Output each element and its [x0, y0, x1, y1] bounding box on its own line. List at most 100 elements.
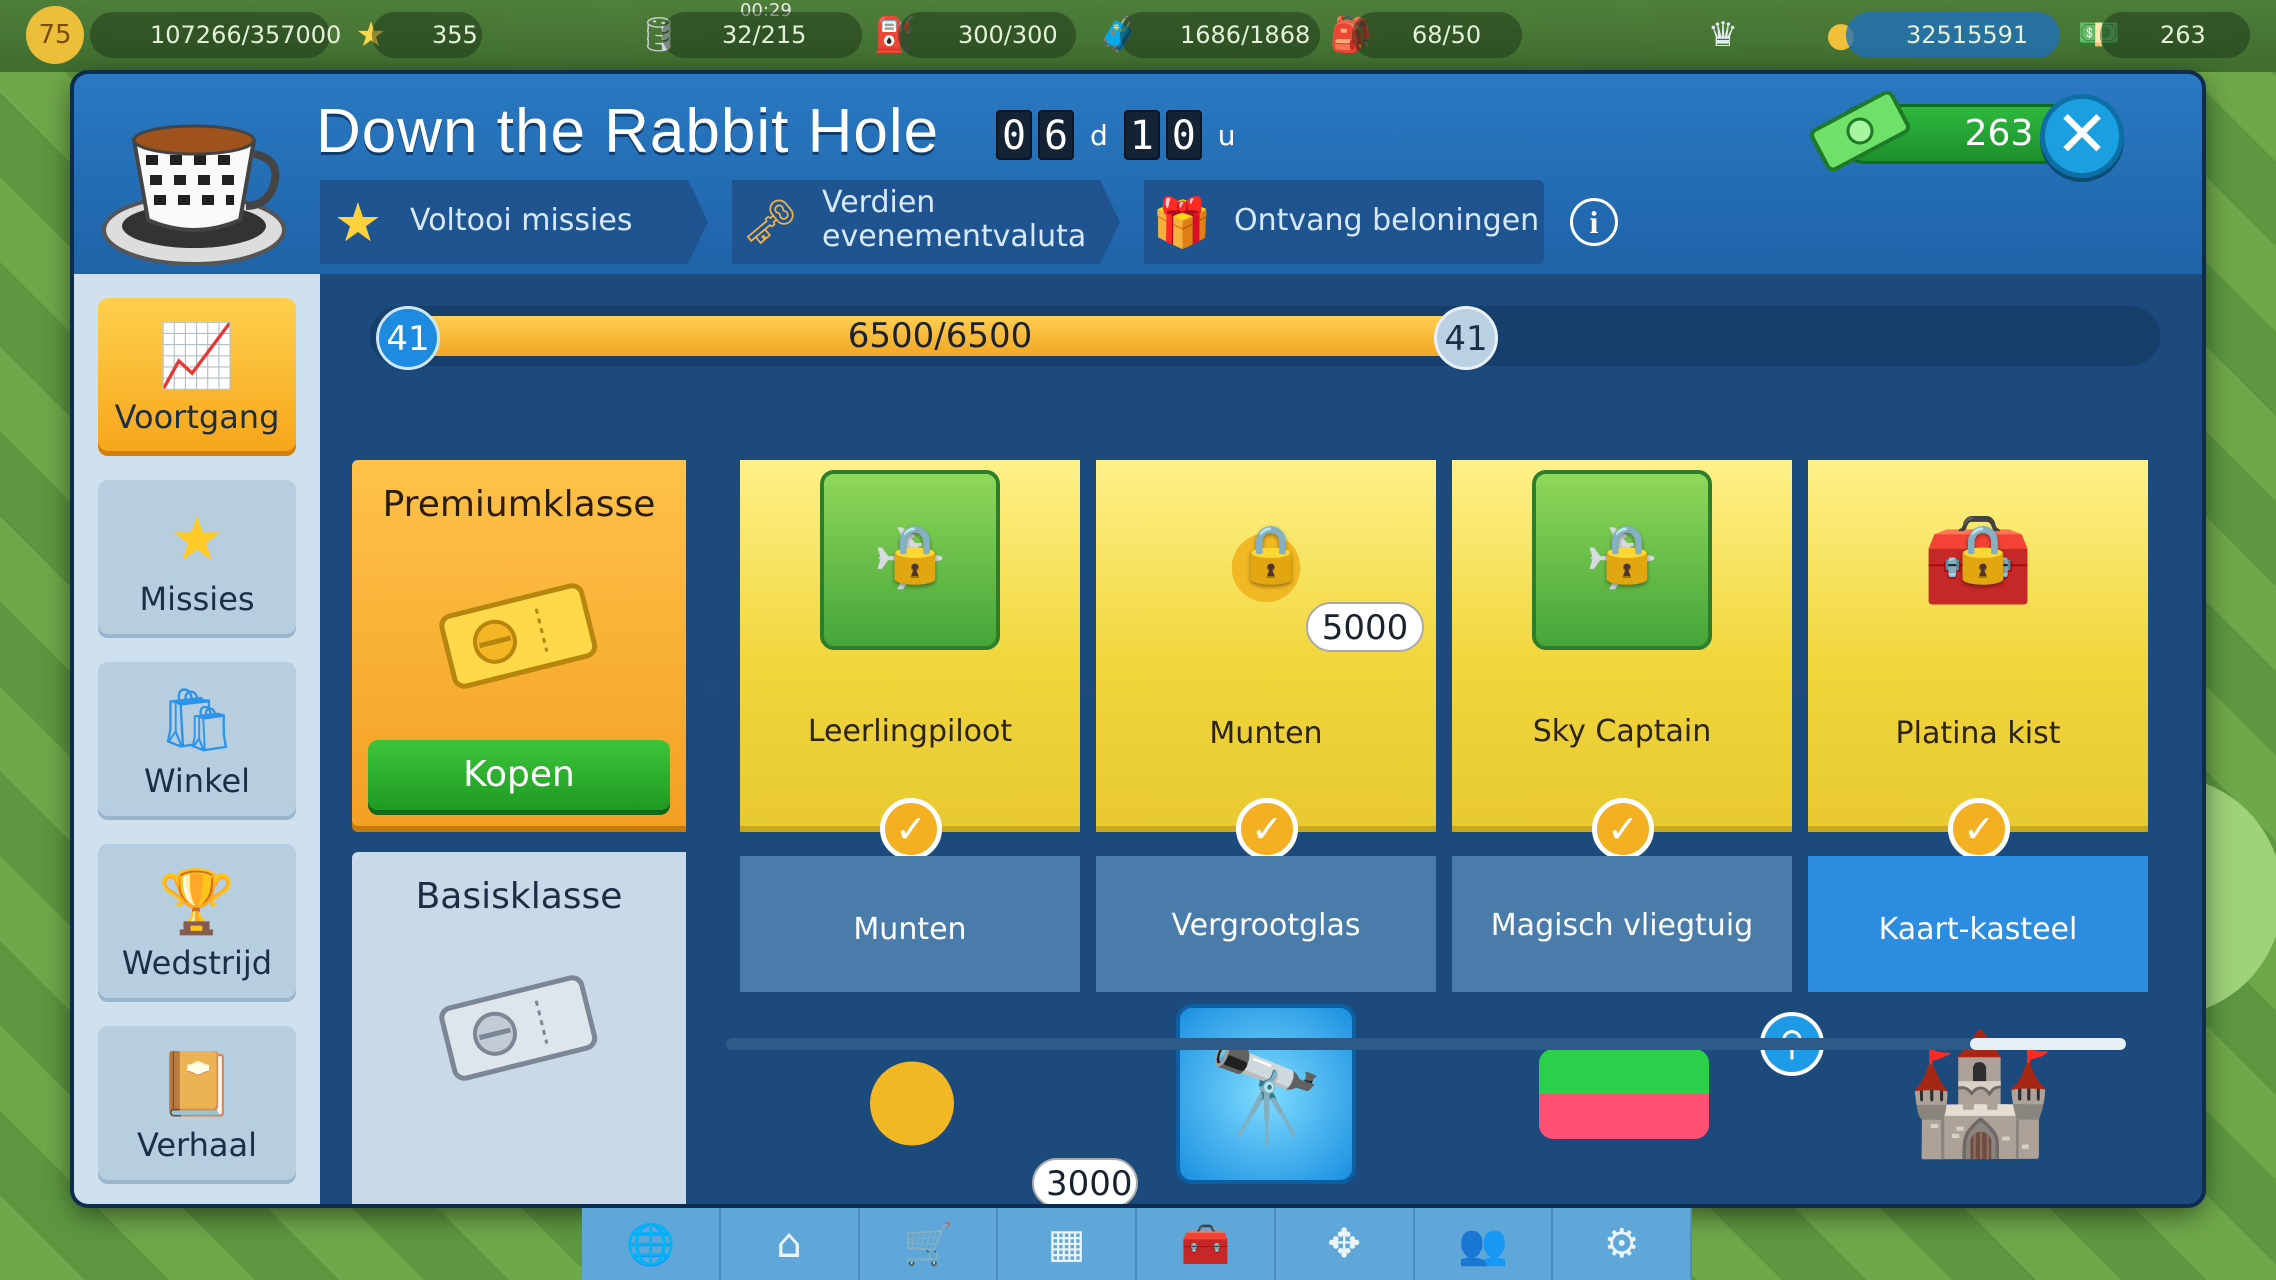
lock-icon: 🔒: [880, 522, 950, 587]
horizontal-scrollbar[interactable]: [726, 1038, 2126, 1050]
check-icon: ✓: [1948, 798, 2010, 860]
basic-reward-card[interactable]: Magisch vliegtuig: [1452, 856, 1792, 992]
close-button[interactable]: ✕: [2040, 94, 2124, 178]
fuel-value: 32/215: [722, 21, 807, 49]
gear-icon[interactable]: ⚙: [1553, 1208, 1692, 1280]
event-timer: 0 6 d 1 0 u: [996, 110, 1246, 160]
nav-voortgang[interactable]: 📈 Voortgang: [98, 298, 296, 456]
info-icon[interactable]: i: [1570, 198, 1618, 246]
jerrycan-value: 300/300: [958, 21, 1058, 49]
cash-bill-icon: [1810, 91, 1910, 171]
basic-reward-card[interactable]: Kaart-kasteel: [1808, 856, 2148, 992]
star-icon: ★: [333, 190, 383, 254]
premium-reward-card[interactable]: ✈ 🔒 Sky Captain ✓: [1452, 460, 1792, 860]
nav-verhaal[interactable]: 📔 Verhaal: [98, 1026, 296, 1184]
stars-value: 355: [432, 21, 478, 49]
basic-label: Basisklasse: [415, 876, 623, 917]
backpack-counter[interactable]: 68/50: [1352, 12, 1522, 58]
backpack-value: 68/50: [1412, 21, 1482, 49]
gold-ticket-icon: [439, 583, 598, 689]
progress-panel: 6500/6500 41 41 Premiumklasse Kopen Basi…: [320, 274, 2202, 1204]
stars-counter: 355: [372, 12, 482, 58]
nav-label: Voortgang: [114, 398, 280, 436]
timer-unit-hours: u: [1217, 118, 1236, 152]
bags-value: 1686/1868: [1180, 21, 1311, 49]
nav-label: Winkel: [143, 762, 251, 800]
nav-wedstrijd[interactable]: 🏆 Wedstrijd: [98, 844, 296, 1002]
xp-value: 107266/357000: [150, 21, 342, 49]
fuel-counter[interactable]: 32/215: [662, 12, 862, 58]
scrollbar-thumb[interactable]: [1970, 1038, 2126, 1050]
cash-counter[interactable]: 263: [2100, 12, 2250, 58]
teacup-icon: [102, 124, 286, 266]
side-nav: 📈 Voortgang ★ Missies 🛍 Winkel 🏆 Wedstri…: [74, 274, 320, 1204]
star-icon: ★: [169, 501, 225, 575]
level-current: 41: [376, 306, 440, 370]
reward-image: ✈ 🔒: [1532, 470, 1712, 650]
coins-counter[interactable]: 32515591: [1846, 12, 2060, 58]
bags-counter[interactable]: 1686/1868: [1120, 12, 1320, 58]
globe-plane-icon[interactable]: 🌐: [582, 1208, 721, 1280]
premium-reward-card[interactable]: 🧰 🔒 Platina kist ✓: [1808, 460, 2148, 860]
step-label: Ontvang beloningen: [1234, 203, 1540, 238]
premium-track-card: Premiumklasse Kopen: [352, 460, 686, 826]
timer-unit-days: d: [1090, 118, 1108, 152]
cart-icon[interactable]: 🛒: [860, 1208, 999, 1280]
nav-label: Verhaal: [136, 1126, 258, 1164]
silver-ticket-icon: [439, 975, 598, 1081]
book-icon: 📔: [158, 1047, 236, 1120]
crown-icon[interactable]: ♛: [1694, 6, 1752, 64]
jerrycan-counter[interactable]: 300/300: [898, 12, 1076, 58]
top-hud: 75 107266/357000 ★ 355 00:29 🛢 32/215 ⛽ …: [0, 0, 2276, 72]
coins-value: 32515591: [1906, 21, 2029, 49]
premium-reward-card[interactable]: ● 🔒 5000 Munten ✓: [1096, 460, 1436, 860]
coins-icon: ●: [864, 1030, 960, 1158]
magic-plane-icon: [1534, 1004, 1714, 1184]
trophy-icon: 🏆: [158, 865, 236, 938]
step-receive-rewards: 🎁 Ontvang beloningen: [1144, 180, 1544, 264]
level-value: 75: [38, 20, 72, 50]
nav-label: Wedstrijd: [121, 944, 273, 982]
basic-reward-card[interactable]: Munten: [740, 856, 1080, 992]
level-next: 41: [1434, 306, 1498, 370]
dialog-header: Down the Rabbit Hole 0 6 d 1 0 u ★ Volto…: [74, 74, 2202, 274]
reward-quantity: 3000: [1032, 1158, 1138, 1204]
progress-bar: 6500/6500 41 41: [370, 306, 2160, 370]
timer-digit: 1: [1123, 110, 1160, 160]
xp-counter: 107266/357000: [90, 12, 341, 58]
reward-label: Leerlingpiloot: [807, 714, 1013, 749]
reward-label: Sky Captain: [1532, 714, 1712, 749]
nav-label: Missies: [139, 580, 255, 618]
reward-quantity: 5000: [1306, 602, 1424, 652]
basic-track-card: Basisklasse: [352, 852, 686, 1204]
spyglass-icon: 🔭: [1176, 1004, 1356, 1184]
staff-icon[interactable]: 👥: [1415, 1208, 1554, 1280]
crate-icon[interactable]: ▦: [998, 1208, 1137, 1280]
check-icon: ✓: [1236, 798, 1298, 860]
bottom-toolbar: 🌐 ⌂ 🛒 ▦ 🧰 ✥ 👥 ⚙: [582, 1208, 1692, 1280]
lock-icon: 🔒: [1948, 522, 2018, 587]
reward-label: Munten: [853, 912, 967, 947]
step-label: Voltooi missies: [410, 203, 633, 238]
reward-label: Platina kist: [1895, 716, 2061, 751]
event-title: Down the Rabbit Hole: [316, 97, 940, 166]
level-badge[interactable]: 75: [26, 6, 84, 64]
progress-text: 6500/6500: [847, 316, 1033, 356]
move-icon[interactable]: ✥: [1276, 1208, 1415, 1280]
check-icon: ✓: [880, 798, 942, 860]
basic-reward-card[interactable]: Vergrootglas: [1096, 856, 1436, 992]
buy-premium-button[interactable]: Kopen: [368, 740, 670, 810]
event-dialog: Down the Rabbit Hole 0 6 d 1 0 u ★ Volto…: [74, 74, 2202, 1204]
nav-winkel[interactable]: 🛍 Winkel: [98, 662, 296, 820]
nav-missies[interactable]: ★ Missies: [98, 480, 296, 638]
timer-digit: 0: [996, 110, 1032, 160]
reward-image: ✈ 🔒: [820, 470, 1000, 650]
hangar-icon[interactable]: ⌂: [721, 1208, 860, 1280]
chest-icon[interactable]: 🧰: [1137, 1208, 1276, 1280]
reward-label: Vergrootglas: [1171, 908, 1361, 943]
premium-label: Premiumklasse: [382, 484, 656, 525]
step-complete-missions: ★ Voltooi missies: [320, 180, 708, 264]
reward-label: Magisch vliegtuig: [1490, 908, 1754, 943]
premium-reward-card[interactable]: ✈ 🔒 Leerlingpiloot ✓: [740, 460, 1080, 860]
shopping-bag-icon: 🛍: [157, 683, 237, 756]
